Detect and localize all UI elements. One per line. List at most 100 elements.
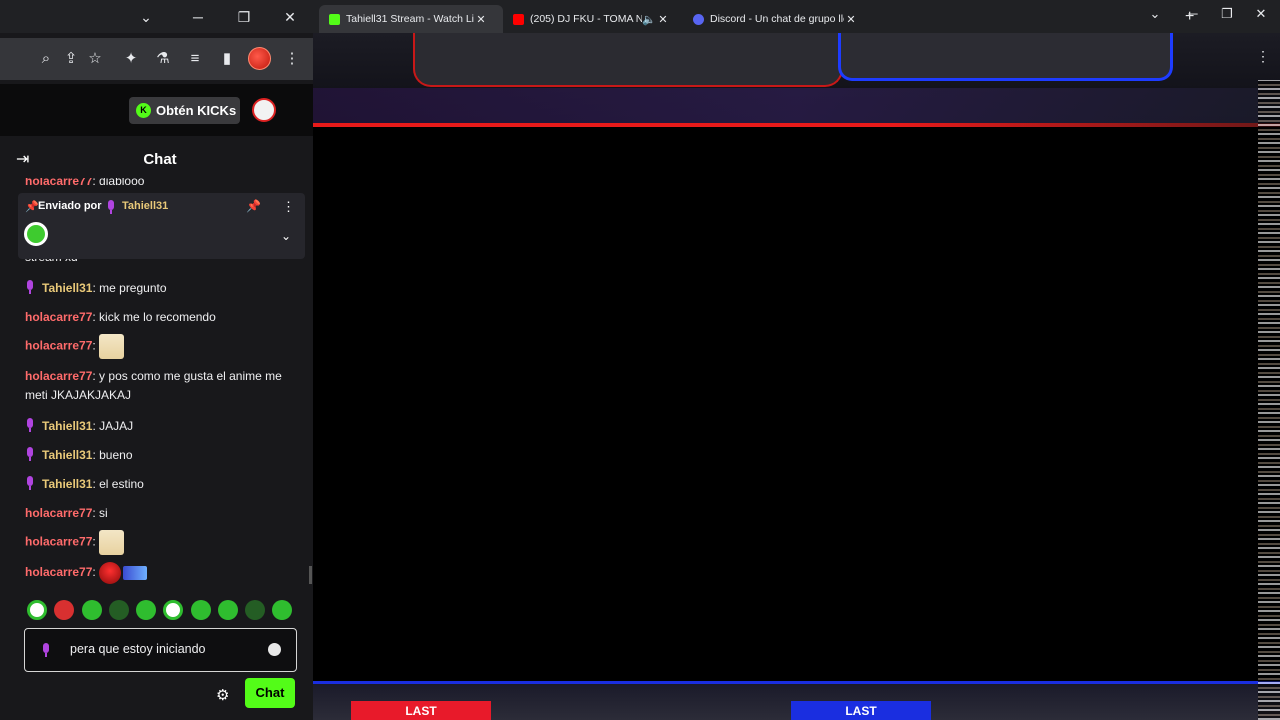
chat-message-text: : JAJAJ — [92, 419, 134, 433]
chat-input[interactable]: pera que estoy iniciando — [24, 628, 297, 672]
tab-title: Discord - Un chat de grupo lleno — [710, 13, 844, 25]
pinned-username[interactable]: Tahiell31 — [122, 200, 168, 212]
profile-avatar-icon[interactable] — [248, 47, 271, 70]
emote-button[interactable] — [82, 600, 102, 620]
chat-username[interactable]: Tahiell31 — [42, 448, 92, 462]
chat-username[interactable]: holacarre77 — [25, 310, 92, 324]
emote-button[interactable] — [163, 600, 183, 620]
star-icon[interactable]: ☆ — [84, 48, 106, 70]
close-tab-icon[interactable]: ✕ — [474, 13, 488, 26]
chevron-down-icon[interactable]: ⌄ — [281, 229, 291, 243]
emote-button[interactable] — [27, 600, 47, 620]
emoji-picker-icon[interactable] — [268, 643, 281, 656]
chat-input-text[interactable]: pera que estoy iniciando — [70, 642, 206, 656]
stream-video[interactable]: LAST LAST — [313, 33, 1280, 720]
chat-message-text: : kick me lo recomendo — [92, 310, 216, 324]
pinned-options-icon[interactable]: ⋮ — [282, 199, 295, 215]
pinned-emote — [24, 222, 48, 246]
minimize-icon[interactable]: ─ — [1183, 6, 1203, 21]
chat-message-text: : — [92, 534, 96, 549]
overlay-red-line — [313, 123, 1280, 127]
pin-icon: 📌 — [25, 201, 39, 213]
tab-discord[interactable]: Discord - Un chat de grupo lleno ✕ — [683, 5, 859, 33]
restore-icon[interactable]: ❐ — [1217, 6, 1237, 22]
browser-toolbar: ⌕ ⇪ ☆ ✦ ⚗ ≡ ▮ ⋮ — [0, 38, 313, 80]
chat-message-text: : bueno — [92, 448, 133, 462]
minimize-icon[interactable]: ─ — [186, 6, 210, 28]
get-kicks-button[interactable]: K Obtén KICKs — [129, 97, 240, 124]
unpin-icon[interactable]: 📌 — [246, 199, 261, 213]
chat-message-text: : me pregunto — [92, 281, 167, 295]
chat-browser-window: ⌄ ─ ❐ ✕ ⌕ ⇪ ☆ ✦ ⚗ ≡ ▮ ⋮ K Obtén KICKs ⇥ … — [0, 0, 313, 720]
chat-message: holacarre77: si — [25, 504, 297, 523]
close-icon[interactable]: ✕ — [278, 6, 302, 28]
overlay-last-left: LAST — [351, 701, 491, 720]
chat-username[interactable]: holacarre77 — [25, 506, 92, 520]
chat-username[interactable]: holacarre77 — [25, 535, 92, 549]
extensions-icon[interactable]: ✦ — [120, 48, 142, 70]
lab-flask-icon[interactable]: ⚗ — [152, 48, 174, 70]
more-menu-icon[interactable]: ⋮ — [281, 48, 303, 70]
chevron-down-icon[interactable]: ⌄ — [134, 6, 158, 28]
microphone-badge-icon — [25, 476, 35, 490]
pinned-message[interactable]: 📌 Enviado por Tahiell31 📌 ⋮ ⌄ — [18, 193, 305, 259]
emote-button[interactable] — [136, 600, 156, 620]
overlay-blue-frame — [838, 33, 1173, 81]
send-chat-button[interactable]: Chat — [245, 678, 295, 708]
close-tab-icon[interactable]: ✕ — [844, 13, 858, 26]
tab-kick-stream[interactable]: Tahiell31 Stream - Watch Live on ✕ — [319, 5, 503, 33]
anime-face-emote[interactable] — [98, 530, 124, 555]
chat-message-text: : diablooo — [92, 178, 145, 188]
tab-search-icon[interactable]: ⌄ — [1145, 6, 1165, 22]
overlay-red-frame — [413, 33, 843, 87]
overlay-glow — [313, 88, 1280, 123]
chat-username[interactable]: holacarre77 — [25, 178, 92, 188]
emote-button[interactable] — [272, 600, 292, 620]
close-icon[interactable]: ✕ — [1251, 6, 1271, 22]
chat-message: Tahiell31: bueno — [25, 445, 297, 465]
chat-settings-icon[interactable]: ⚙ — [216, 686, 229, 704]
blue-emote[interactable] — [122, 566, 147, 580]
screen-glitch — [1258, 80, 1280, 720]
scrollbar[interactable] — [309, 566, 312, 584]
kick-coin-icon: K — [136, 103, 151, 118]
chat-message-partial: holacarre77: diablooo — [25, 178, 297, 191]
chat-message: holacarre77: — [25, 530, 297, 555]
restore-icon[interactable]: ❐ — [232, 6, 256, 28]
chat-username[interactable]: holacarre77 — [25, 565, 92, 579]
chat-header: ⇥ Chat — [0, 140, 313, 182]
emote-button[interactable] — [191, 600, 211, 620]
chat-message-text: : — [92, 565, 96, 580]
search-icon[interactable]: ⌕ — [35, 48, 57, 70]
anime-face-emote[interactable] — [98, 334, 124, 359]
chat-message: holacarre77: y pos como me gusta el anim… — [25, 367, 297, 405]
emote-button[interactable] — [54, 600, 74, 620]
chat-username[interactable]: holacarre77 — [25, 339, 92, 353]
emote-button[interactable] — [218, 600, 238, 620]
microphone-badge-icon — [25, 280, 35, 294]
chat-message-text: : — [92, 338, 96, 353]
chat-message: holacarre77: — [25, 334, 297, 359]
chat-username[interactable]: Tahiell31 — [42, 477, 92, 491]
red-face-emote[interactable] — [98, 562, 121, 584]
get-kicks-label: Obtén KICKs — [156, 103, 237, 118]
chat-username[interactable]: Tahiell31 — [42, 281, 92, 295]
more-menu-icon[interactable]: ⋮ — [1256, 48, 1270, 65]
user-avatar[interactable] — [252, 98, 276, 122]
chat-username[interactable]: holacarre77 — [25, 369, 92, 383]
chat-message-text: : si — [92, 506, 108, 520]
emote-button[interactable] — [109, 600, 129, 620]
close-tab-icon[interactable]: ✕ — [656, 13, 670, 26]
youtube-icon — [513, 13, 524, 25]
microphone-badge-icon — [106, 200, 116, 214]
emote-button[interactable] — [245, 600, 265, 620]
pinned-sent-by-label: Enviado por — [38, 200, 102, 212]
media-queue-icon[interactable]: ≡ — [184, 48, 206, 70]
microphone-badge-icon — [41, 643, 51, 657]
speaker-icon[interactable]: 🔈 — [642, 13, 656, 26]
side-panel-icon[interactable]: ▮ — [216, 48, 238, 70]
chat-username[interactable]: Tahiell31 — [42, 419, 92, 433]
tab-youtube[interactable]: (205) DJ FKU - TOMA NO BA 🔈 ✕ — [503, 5, 683, 33]
title-bar: ⌄ ─ ❐ ✕ — [0, 0, 313, 33]
share-icon[interactable]: ⇪ — [60, 48, 82, 70]
